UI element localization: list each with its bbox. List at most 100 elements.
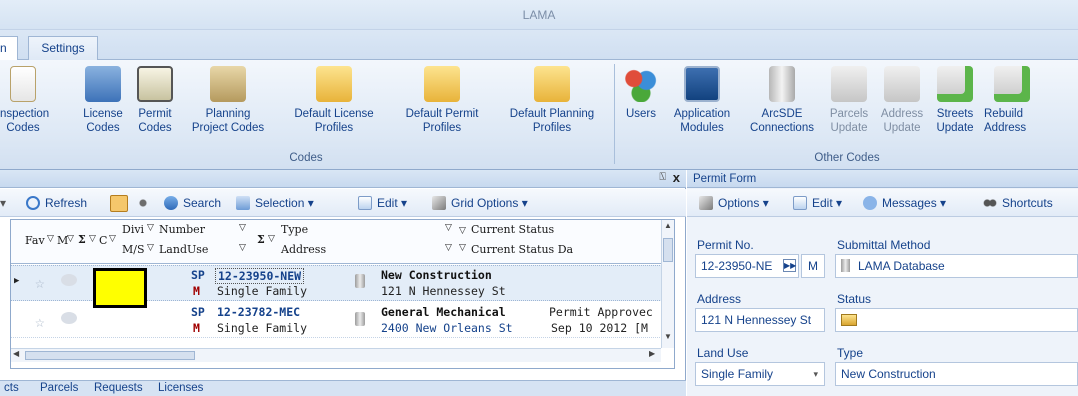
filter-icon[interactable]: ▽: [239, 243, 246, 253]
column-header-sigma[interactable]: Σ: [78, 233, 86, 246]
window-title: LAMA: [522, 8, 556, 22]
submittal-method-value: LAMA Database: [858, 259, 945, 273]
scroll-left-icon[interactable]: ◀: [13, 349, 19, 358]
column-header-sigma-2[interactable]: Σ: [257, 233, 265, 246]
tab-requests[interactable]: Requests: [94, 382, 143, 394]
tab-settings[interactable]: Settings: [28, 36, 98, 60]
favorite-star-icon[interactable]: ☆: [35, 273, 45, 292]
toolbar-overflow-icon[interactable]: ▾: [0, 195, 6, 213]
permit-codes-button[interactable]: Permit Codes: [130, 66, 180, 146]
filter-icon[interactable]: ▽: [459, 243, 466, 253]
filter-icon[interactable]: ▽: [445, 223, 452, 233]
arcsde-connections-button[interactable]: ArcSDE Connections: [746, 66, 818, 146]
refresh-button[interactable]: Refresh: [26, 195, 87, 213]
default-permit-profiles-button[interactable]: Default Permit Profiles: [392, 66, 492, 146]
permit-no-field[interactable]: 12-23950-NE ▶▶: [695, 254, 799, 278]
options-dropdown[interactable]: Options ▾: [699, 195, 769, 213]
layout-toggle-button[interactable]: [110, 195, 133, 213]
users-button[interactable]: Users: [620, 66, 662, 146]
column-header-current-status[interactable]: Current Status: [471, 223, 554, 236]
pin-icon[interactable]: ⍂: [659, 171, 666, 184]
column-header-fav[interactable]: Fav: [25, 234, 45, 247]
filter-icon[interactable]: ▽: [47, 234, 54, 244]
filter-icon[interactable]: ▽: [459, 223, 466, 236]
filter-icon[interactable]: ▽: [445, 243, 452, 253]
inspection-codes-button[interactable]: Inspection Codes: [0, 66, 54, 146]
close-icon[interactable]: x: [673, 170, 680, 185]
selection-dropdown[interactable]: Selection ▾: [236, 195, 314, 213]
column-header-current-status-date[interactable]: Current Status Da: [471, 243, 573, 256]
comment-icon[interactable]: [61, 274, 77, 286]
tab-parcels[interactable]: Parcels: [40, 382, 78, 394]
planning-project-codes-button[interactable]: Planning Project Codes: [182, 66, 274, 146]
tab-settings-label: Settings: [41, 41, 85, 55]
highlight-marker: [93, 268, 147, 308]
column-header-landuse[interactable]: LandUse: [159, 243, 208, 256]
refresh-label: Refresh: [45, 196, 88, 210]
default-planning-profiles-button[interactable]: Default Planning Profiles: [496, 66, 608, 146]
tab-licenses[interactable]: Licenses: [158, 382, 203, 394]
search-button[interactable]: Search: [164, 195, 221, 213]
application-modules-button[interactable]: Application Modules: [666, 66, 738, 146]
column-header-number[interactable]: Number: [159, 223, 205, 236]
tab-home[interactable]: n: [0, 36, 18, 60]
column-header-type[interactable]: Type: [281, 223, 308, 236]
options-label: Options ▾: [718, 196, 769, 210]
shortcuts-button[interactable]: Shortcuts: [983, 195, 1053, 213]
scroll-thumb[interactable]: [25, 351, 195, 360]
m-button[interactable]: M: [801, 254, 825, 278]
users-icon: [623, 66, 659, 102]
tab-contacts[interactable]: cts: [4, 382, 19, 394]
button-label: Permit: [138, 108, 172, 120]
default-license-profiles-button[interactable]: Default License Profiles: [282, 66, 386, 146]
landuse-dropdown[interactable]: Single Family ▾: [695, 362, 825, 386]
scroll-down-icon[interactable]: ▼: [663, 332, 673, 344]
streets-update-button[interactable]: Streets Update: [932, 66, 978, 146]
grid-options-dropdown[interactable]: Grid Options ▾: [432, 195, 528, 213]
filter-icon[interactable]: ▽: [268, 234, 275, 244]
number-cell[interactable]: 12-23950-NEW: [215, 268, 305, 284]
edit-dropdown[interactable]: Edit ▾: [793, 195, 842, 213]
column-header-ms[interactable]: M/S: [122, 243, 145, 256]
filter-icon[interactable]: ▽: [239, 223, 246, 233]
status-field[interactable]: [835, 308, 1078, 332]
status-label: Status: [837, 292, 872, 306]
shortcuts-label: Shortcuts: [1002, 196, 1053, 210]
submittal-method-field[interactable]: LAMA Database: [835, 254, 1078, 278]
filter-icon[interactable]: ▽: [67, 234, 74, 244]
next-arrow-icon[interactable]: ▶▶: [783, 259, 796, 272]
binoculars-icon: [983, 196, 997, 210]
type-field[interactable]: New Construction: [835, 362, 1078, 386]
button-label: Codes: [6, 122, 40, 134]
filter-icon[interactable]: ▽: [147, 223, 154, 233]
comment-icon[interactable]: [61, 312, 77, 324]
license-codes-button[interactable]: License Codes: [78, 66, 128, 146]
scroll-up-icon[interactable]: ▲: [663, 221, 673, 233]
vertical-scrollbar[interactable]: ▲ ▼: [661, 220, 674, 348]
button-label: Update: [830, 122, 868, 134]
address-field[interactable]: 121 N Hennessey St: [695, 308, 825, 332]
database-icon: [355, 312, 365, 326]
column-header-address[interactable]: Address: [281, 243, 326, 256]
chevron-down-icon[interactable]: ▾: [813, 363, 818, 385]
filter-icon[interactable]: ▽: [89, 234, 96, 244]
filter-icon[interactable]: ▽: [147, 243, 154, 253]
number-cell[interactable]: 12-23782-MEC: [217, 305, 300, 319]
scroll-thumb[interactable]: [663, 238, 673, 262]
rebuild-address-button[interactable]: Rebuild Address: [982, 66, 1078, 146]
ribbon-tab-row: n Settings: [0, 30, 1078, 60]
filter-clear-button[interactable]: [136, 195, 155, 213]
permit-no-value: 12-23950-NE: [701, 259, 773, 273]
column-header-divi[interactable]: Divi: [122, 223, 144, 236]
parcels-update-button[interactable]: Parcels Update: [826, 66, 872, 146]
filter-icon[interactable]: ▽: [109, 234, 116, 244]
column-header-c[interactable]: C: [99, 234, 107, 247]
address-update-button[interactable]: Address Update: [876, 66, 928, 146]
favorite-star-icon[interactable]: ☆: [35, 312, 45, 331]
button-label: Default Permit: [405, 108, 479, 120]
edit-dropdown[interactable]: Edit ▾: [358, 195, 407, 213]
scroll-right-icon[interactable]: ▶: [649, 349, 655, 358]
horizontal-scrollbar[interactable]: ◀ ▶: [11, 348, 661, 362]
button-label: Application: [673, 108, 731, 120]
messages-dropdown[interactable]: Messages ▾: [863, 195, 946, 213]
